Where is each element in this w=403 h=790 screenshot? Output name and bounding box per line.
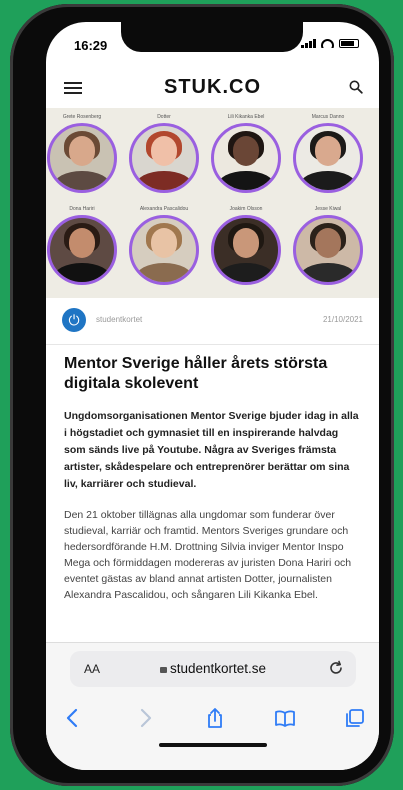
article-meta: ⏻ studentkortet 21/10/2021 [46, 298, 379, 345]
browser-toolbar: AA studentkortet.se [46, 642, 379, 770]
article-date: 21/10/2021 [322, 315, 363, 324]
battery-icon [339, 39, 359, 48]
status-icons [301, 39, 359, 48]
site-logo[interactable]: STUK.CO [46, 76, 379, 99]
speaker-avatar [211, 215, 281, 285]
speaker-avatar [293, 123, 363, 193]
hero-image[interactable]: Grete Rosenberg Dotter Lili Kikanka Ebel Ma… [46, 108, 379, 298]
speaker-name: Dona Hariri [69, 206, 95, 212]
speaker-portrait: Lili Kikanka Ebel [206, 114, 286, 193]
search-icon[interactable] [349, 80, 363, 94]
site-header: STUK.CO [46, 64, 379, 108]
article: Mentor Sverige håller årets största digi… [64, 354, 362, 603]
article-headline: Mentor Sverige håller årets största digi… [64, 355, 328, 392]
speaker-avatar [47, 215, 117, 285]
speaker-name: Joakim Olsson [229, 206, 263, 212]
address-bar[interactable]: AA studentkortet.se [70, 651, 356, 687]
phone-screen: 16:29 STUK.CO Grete Rosenberg Dotter Lili … [46, 22, 379, 770]
url-text: studentkortet.se [169, 661, 267, 676]
speaker-name: Lili Kikanka Ebel [227, 114, 265, 120]
speaker-name: Dotter [157, 114, 171, 120]
status-time: 16:29 [74, 38, 108, 53]
wifi-icon [321, 39, 334, 48]
tabs-icon[interactable] [344, 707, 366, 729]
speaker-portrait: Grete Rosenberg [46, 114, 122, 193]
speaker-portrait: Joakim Olsson [206, 206, 286, 285]
speaker-portrait: Marcus Danno [288, 114, 368, 193]
bookmarks-icon[interactable] [274, 707, 296, 729]
speaker-name: Alexandra Pascalidou [139, 206, 189, 212]
tab-bar [46, 703, 379, 735]
power-logo-icon: ⏻ [62, 308, 86, 332]
speaker-avatar [129, 123, 199, 193]
back-icon[interactable] [62, 707, 84, 729]
speaker-portrait: Alexandra Pascalidou [124, 206, 204, 285]
speaker-name: Marcus Danno [311, 114, 345, 120]
notch [121, 22, 303, 52]
speaker-avatar [211, 123, 281, 193]
speaker-name: Grete Rosenberg [62, 114, 102, 120]
speaker-portrait: Dona Hariri [46, 206, 122, 285]
share-icon[interactable] [204, 707, 226, 729]
home-indicator [159, 743, 267, 747]
signal-icon [301, 39, 316, 48]
article-lead: Ungdomsorganisationen Mentor Sverige bju… [64, 410, 359, 490]
url-display[interactable]: studentkortet.se [70, 661, 356, 676]
speaker-portrait: Dotter [124, 114, 204, 193]
reload-icon[interactable] [328, 660, 344, 676]
speaker-avatar [47, 123, 117, 193]
article-body: Den 21 oktober tillägnas alla ungdomar s… [64, 509, 352, 601]
speaker-portrait: Jesse Kiwal [288, 206, 368, 285]
forward-icon [140, 708, 152, 728]
speaker-name: Jesse Kiwal [314, 206, 342, 212]
phone-frame: 16:29 STUK.CO Grete Rosenberg Dotter Lili … [10, 4, 394, 786]
speaker-avatar [293, 215, 363, 285]
lock-icon [159, 667, 167, 673]
article-source[interactable]: studentkortet [96, 315, 142, 324]
speaker-avatar [129, 215, 199, 285]
